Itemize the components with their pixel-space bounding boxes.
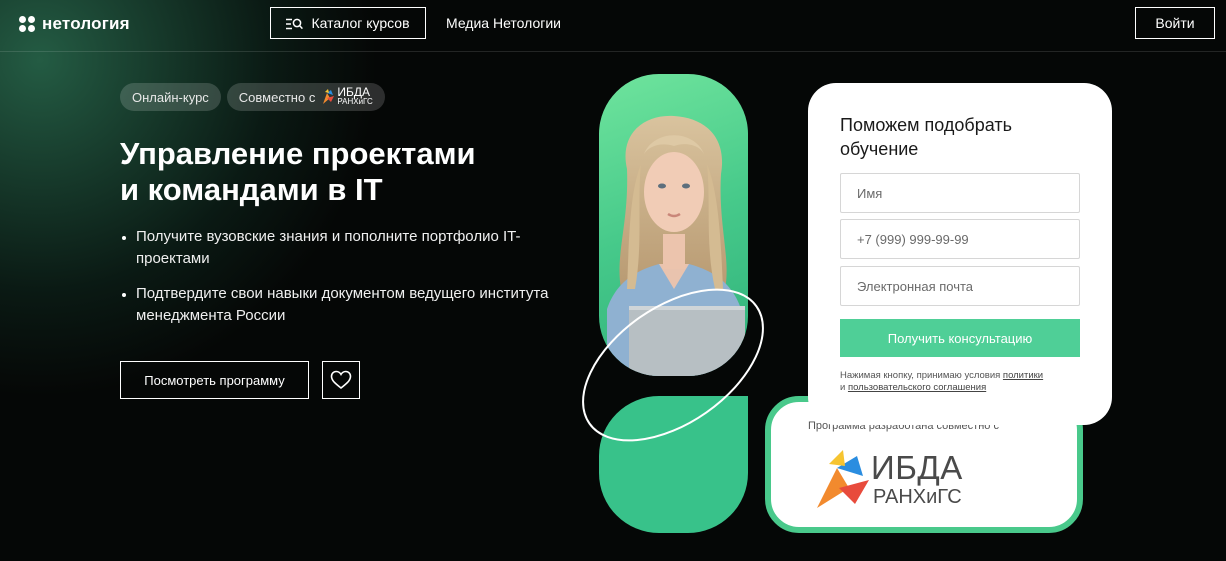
user-agreement-link[interactable]: пользовательского соглашения [848,382,986,393]
partner-logo-line1: ИБДА [871,449,963,486]
logo-text: нетология [42,14,130,33]
ibda-flag-icon [323,89,335,104]
view-program-button[interactable]: Посмотреть программу [120,361,309,399]
tag-logo-line1: ИБДА [337,85,370,99]
course-tags: Онлайн-курс Совместно с ИБДА РАНХиГС [120,83,385,111]
name-field[interactable] [840,173,1080,213]
benefit-item: Получите вузовские знания и пополните по… [120,226,550,270]
phone-field[interactable] [840,219,1080,259]
catalog-label: Каталог курсов [311,15,410,31]
logo-mark-icon [19,15,36,33]
consent-and: и [840,382,846,393]
login-button[interactable]: Войти [1135,7,1215,39]
media-link[interactable]: Медиа Нетологии [446,15,561,31]
ibda-small-logo: ИБДА РАНХиГС [321,85,373,106]
consent-prefix: Нажимая кнопку, принимаю условия [840,370,1001,381]
ibda-flag-large-icon [817,450,869,508]
email-field[interactable] [840,266,1080,306]
catalog-button[interactable]: Каталог курсов [270,7,426,39]
benefit-item: Подтвердите свои навыки документом ведущ… [120,283,550,327]
benefits-list: Получите вузовские знания и пополните по… [120,226,550,340]
site-header: нетология Каталог курсов Медиа Нетологии… [0,0,1226,52]
title-line-1: Управление проектами [120,136,476,171]
form-title: Поможем подобрать обучение [840,115,1012,159]
catalog-search-icon [286,17,304,30]
partner-logo-line2: РАНХиГС [873,486,962,508]
tag-online-course: Онлайн-курс [120,83,221,111]
page-title: Управление проектами и командами в IT [120,136,540,208]
heart-icon [330,370,352,390]
netology-logo[interactable]: нетология [19,14,130,34]
decor-ring [582,288,764,442]
privacy-policy-link[interactable]: политики [1003,370,1043,381]
tag-logo-line2: РАНХиГС [337,97,373,106]
title-line-2: и командами в IT [120,172,383,207]
get-consultation-button[interactable]: Получить консультацию [840,319,1080,357]
tag-partner-prefix: Совместно с [238,89,316,105]
consultation-form: Поможем подобрать обучение Получить конс… [808,83,1112,425]
consent-text: Нажимая кнопку, принимаю условия политик… [840,370,1080,394]
favorite-button[interactable] [322,361,360,399]
tag-partner: Совместно с ИБДА РАНХиГС [226,83,385,111]
ibda-ranepa-logo: ИБДА РАНХиГС [815,450,975,514]
